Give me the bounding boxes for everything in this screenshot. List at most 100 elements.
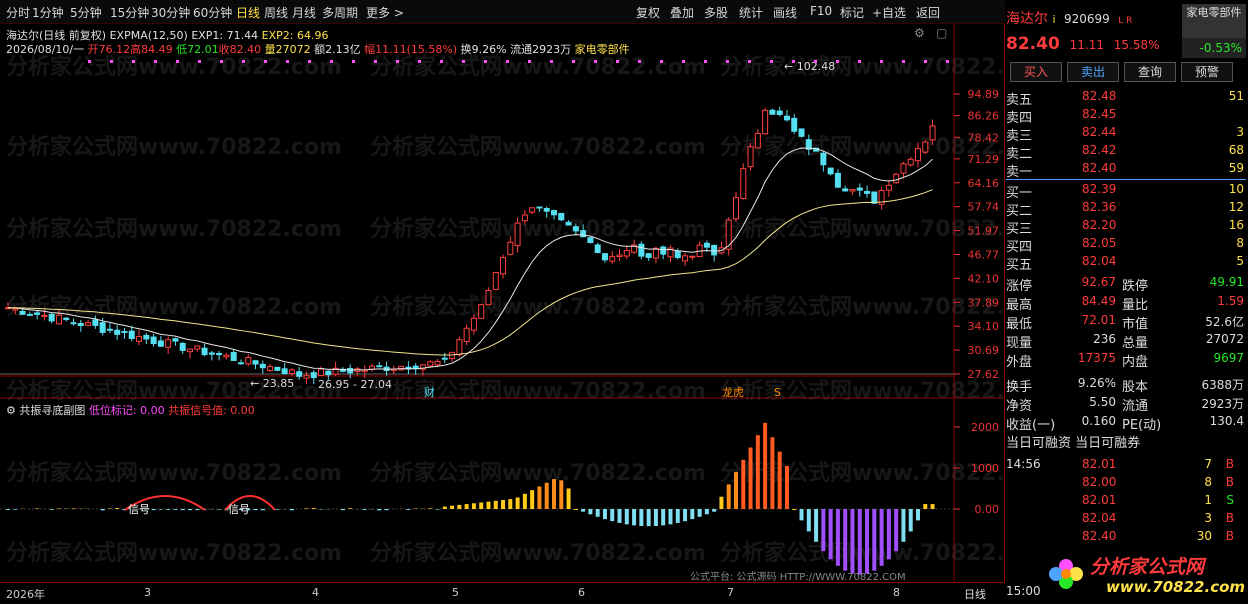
tick-price: 82.04 — [1082, 511, 1117, 525]
gear-icon[interactable]: ⚙ — [6, 404, 16, 417]
period-tab[interactable]: 分时 — [6, 4, 30, 21]
histogram-bar — [595, 509, 600, 517]
ask-row[interactable]: 卖三 82.44 3 — [1006, 124, 1246, 144]
toolbar-button[interactable]: 返回 — [916, 4, 940, 21]
histogram-bar — [304, 508, 309, 509]
candle-body — [427, 361, 434, 367]
candle-body — [223, 354, 230, 358]
settings-icon[interactable]: ⚙ — [914, 26, 925, 40]
query-button[interactable]: 查询 — [1124, 62, 1176, 82]
candle-body — [85, 322, 92, 326]
ask-row[interactable]: 卖二 82.42 68 — [1006, 142, 1246, 162]
period-tab-active[interactable]: 日线 — [236, 4, 260, 21]
period-label: 日线 — [964, 588, 986, 601]
stat-value: 72.01 — [1081, 313, 1116, 327]
bid-row[interactable]: 买五 82.04 5 — [1006, 253, 1246, 273]
histogram-bar — [610, 509, 615, 522]
marker-dot — [88, 60, 91, 63]
close-icon[interactable]: ▢ — [936, 26, 947, 40]
candle-body — [179, 342, 186, 351]
stat-label: 收益(一) — [1006, 418, 1056, 433]
candle-body — [201, 347, 208, 356]
histogram-bar — [661, 509, 666, 526]
watermark-text: 分析家公式网www.70822.com — [370, 294, 706, 320]
stat-value: 1.59 — [1217, 294, 1244, 308]
bid-row[interactable]: 买一 82.39 10 — [1006, 181, 1246, 201]
level-volume: 51 — [1228, 89, 1244, 103]
histogram-bar — [377, 509, 382, 511]
candle-body — [128, 330, 135, 339]
level-label: 卖一 — [1006, 165, 1033, 180]
alert-button[interactable]: 预警 — [1181, 62, 1233, 82]
level-volume: 12 — [1228, 200, 1244, 214]
bid-row[interactable]: 买二 82.36 12 — [1006, 199, 1246, 219]
marker-dot — [220, 60, 223, 63]
candle-body — [434, 360, 441, 366]
histogram-bar — [799, 509, 804, 521]
low-label: ← 23.85 — [250, 377, 294, 390]
toolbar-button[interactable]: 统计 — [739, 4, 763, 21]
period-tab[interactable]: 周线 — [264, 4, 288, 21]
watermark-text: 分析家公式网www.70822.com — [370, 378, 706, 404]
histogram-bar — [362, 509, 367, 510]
toolbar-button[interactable]: 标记 — [840, 4, 864, 21]
tick-row: 82.04 3 B — [1006, 510, 1246, 529]
kline-chart[interactable]: 分析家公式网www.70822.com 分析家公式网www.70822.com 分析… — [0, 24, 1005, 582]
date-tick: 2026年 — [6, 588, 45, 601]
candle-body — [165, 339, 172, 348]
time-label: 15:00 — [1006, 584, 1041, 598]
more-menu[interactable]: 更多 > — [366, 4, 404, 21]
toolbar-button[interactable]: +自选 — [872, 4, 906, 21]
toolbar-button[interactable]: 多股 — [704, 4, 728, 21]
candle-body — [288, 369, 295, 374]
histogram-bar — [690, 509, 695, 520]
ask-row[interactable]: 卖一 82.40 59 — [1006, 160, 1246, 180]
ask-row[interactable]: 卖五 82.48 51 — [1006, 88, 1246, 108]
histogram-bar — [180, 509, 185, 511]
stat-value: 6388万 — [1201, 378, 1244, 392]
buy-button[interactable]: 买入 — [1010, 62, 1062, 82]
histogram-bar — [763, 422, 768, 509]
sector-box[interactable]: 家电零部件 — [1182, 4, 1246, 38]
toolbar-button[interactable]: 叠加 — [670, 4, 694, 21]
chart-area[interactable]: 分析家公式网www.70822.com 分析家公式网www.70822.com 分析… — [0, 24, 1005, 582]
sell-button[interactable]: 卖出 — [1067, 62, 1119, 82]
candle-body — [376, 365, 383, 368]
histogram-bar — [617, 509, 622, 523]
bid-row[interactable]: 买三 82.20 16 — [1006, 217, 1246, 237]
indicator-label: 2000 — [971, 421, 999, 434]
period-tab[interactable]: 1分钟 — [32, 4, 64, 21]
date-tick: 3 — [144, 586, 151, 599]
histogram-bar — [828, 509, 833, 560]
candle-body — [885, 184, 892, 191]
watermark-text: 分析家公式网www.70822.com — [720, 216, 1005, 242]
toolbar-button[interactable]: F10 — [810, 4, 832, 18]
stat-row: 收益(一) 0.160 PE(动) 130.4 — [1006, 413, 1246, 433]
period-tab[interactable]: 30分钟 — [151, 4, 190, 21]
price-label: 57.74 — [968, 201, 1000, 214]
bar-turn: 换9.26% — [460, 43, 507, 56]
period-tab[interactable]: 月线 — [292, 4, 316, 21]
sector-name: 家电零部件 — [1186, 6, 1242, 19]
histogram-bar — [741, 459, 746, 509]
marker-dot — [440, 60, 443, 63]
bid-row[interactable]: 买四 82.05 8 — [1006, 235, 1246, 255]
watermark-text: 分析家公式网www.70822.com — [720, 134, 1005, 160]
level-price: 82.20 — [1082, 218, 1117, 232]
tick-time: 14:56 — [1006, 457, 1041, 471]
toolbar-button[interactable]: 画线 — [773, 4, 797, 21]
toolbar-button[interactable]: 复权 — [636, 4, 660, 21]
period-tab[interactable]: 多周期 — [322, 4, 358, 21]
candle-body — [296, 371, 303, 377]
brand-url: www.70822.com — [1106, 578, 1246, 596]
period-tab[interactable]: 60分钟 — [193, 4, 232, 21]
price-label: 78.42 — [968, 131, 1000, 144]
period-tab[interactable]: 5分钟 — [70, 4, 102, 21]
quote-panel: 海达尔 i 920699 L R 家电零部件 -0.53% 82.40 11.1… — [1006, 0, 1248, 604]
brand-logo: 分析家公式网 www.70822.com — [1046, 548, 1246, 600]
period-tab[interactable]: 15分钟 — [110, 4, 149, 21]
candle-body — [660, 246, 667, 255]
ask-row[interactable]: 卖四 82.45 — [1006, 106, 1246, 126]
watermark-text: 分析家公式网www.70822.com — [6, 460, 342, 486]
level-price: 82.36 — [1082, 200, 1117, 214]
